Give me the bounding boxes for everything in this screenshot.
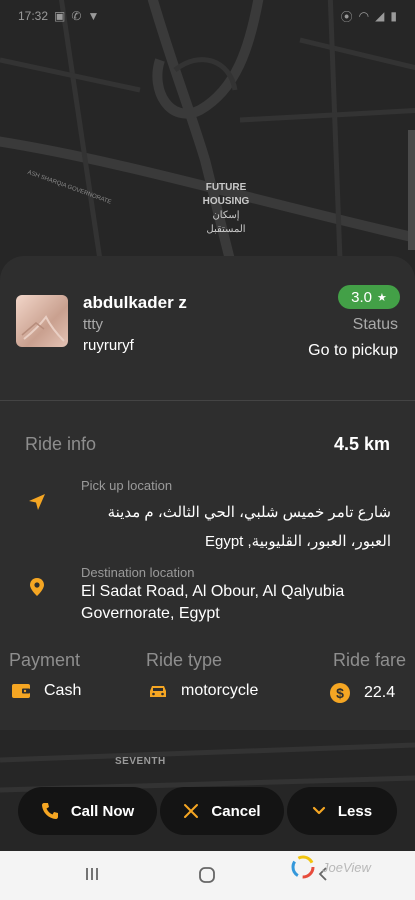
ride-fare: 22.4 — [364, 684, 396, 701]
home-icon[interactable] — [198, 866, 216, 884]
map-street-label: SEVENTH — [115, 756, 166, 767]
chevron-down-icon — [312, 806, 325, 815]
location-pin-icon — [30, 578, 44, 596]
rating-badge: 3.0 ★ — [338, 285, 400, 309]
status-bar: 17:32 ▣ ✆ ▼ ⦿ ◠ ◢ ▮ — [0, 0, 415, 32]
driver-name: abdulkader z — [83, 293, 187, 312]
ride-type: motorcycle — [181, 682, 259, 699]
clock: 17:32 — [18, 9, 49, 23]
photo-icon: ▣ — [54, 9, 66, 23]
car-icon — [150, 686, 166, 697]
less-button[interactable]: Less — [287, 787, 397, 835]
ride-fare-label: Ride fare — [332, 650, 406, 670]
call-now-button[interactable]: Call Now — [18, 787, 157, 835]
navigation-arrow-icon — [29, 494, 45, 510]
driver-avatar[interactable] — [16, 295, 68, 347]
cancel-button[interactable]: Cancel — [160, 787, 284, 835]
close-icon — [184, 804, 199, 818]
payment-method: Cash — [44, 682, 82, 699]
dollar-icon: $ — [330, 683, 350, 703]
watermark-text: JoeView — [322, 859, 371, 875]
map-area-label-en: FUTURE HOUSING — [202, 182, 250, 207]
payment-value: Cash — [11, 682, 81, 700]
watermark-logo — [291, 855, 315, 879]
ride-type-label: Ride type — [146, 650, 223, 670]
ride-type-value: motorcycle — [148, 682, 258, 700]
signal-icon: ◢ — [375, 9, 385, 23]
less-label: Less — [337, 802, 373, 820]
ride-distance: 4.5 km — [333, 434, 390, 454]
pickup-caption: Pick up location — [81, 478, 173, 493]
destination-caption: Destination location — [81, 565, 195, 580]
phone-icon — [41, 803, 58, 819]
divider — [0, 400, 415, 401]
driver-subtitle: ttty — [83, 316, 104, 333]
status-value: Go to pickup — [308, 342, 398, 359]
driver-plate: ruyruryf — [83, 337, 134, 354]
rating-value: 3.0 — [351, 288, 372, 306]
wifi-icon: ◠ — [358, 9, 370, 23]
map-area-label: FUTURE HOUSING إسكان المستقبل — [196, 181, 256, 237]
destination-address: El Sadat Road, Al Obour, Al Qalyubia Gov… — [81, 583, 345, 622]
battery-icon: ▮ — [390, 9, 397, 23]
call-icon: ✆ — [71, 9, 82, 23]
payment-label: Payment — [9, 650, 81, 670]
cancel-label: Cancel — [211, 802, 261, 820]
pickup-address: شارع تامر خميس شلبي، الحي الثالث، م مدين… — [107, 504, 391, 550]
wallet-icon — [12, 684, 30, 698]
ride-fare-value: $ 22.4 — [329, 682, 395, 704]
signal-icon: ▼ — [87, 9, 100, 23]
watermark: JoeView — [290, 852, 410, 882]
svg-text:$: $ — [336, 685, 344, 701]
status-label: Status — [352, 316, 398, 333]
recents-icon[interactable] — [84, 866, 100, 882]
star-icon: ★ — [376, 291, 387, 304]
ride-info-label: Ride info — [25, 434, 97, 454]
location-icon: ⦿ — [340, 9, 353, 24]
map-area-label-ar: إسكان المستقبل — [206, 210, 246, 235]
call-now-label: Call Now — [70, 802, 135, 820]
